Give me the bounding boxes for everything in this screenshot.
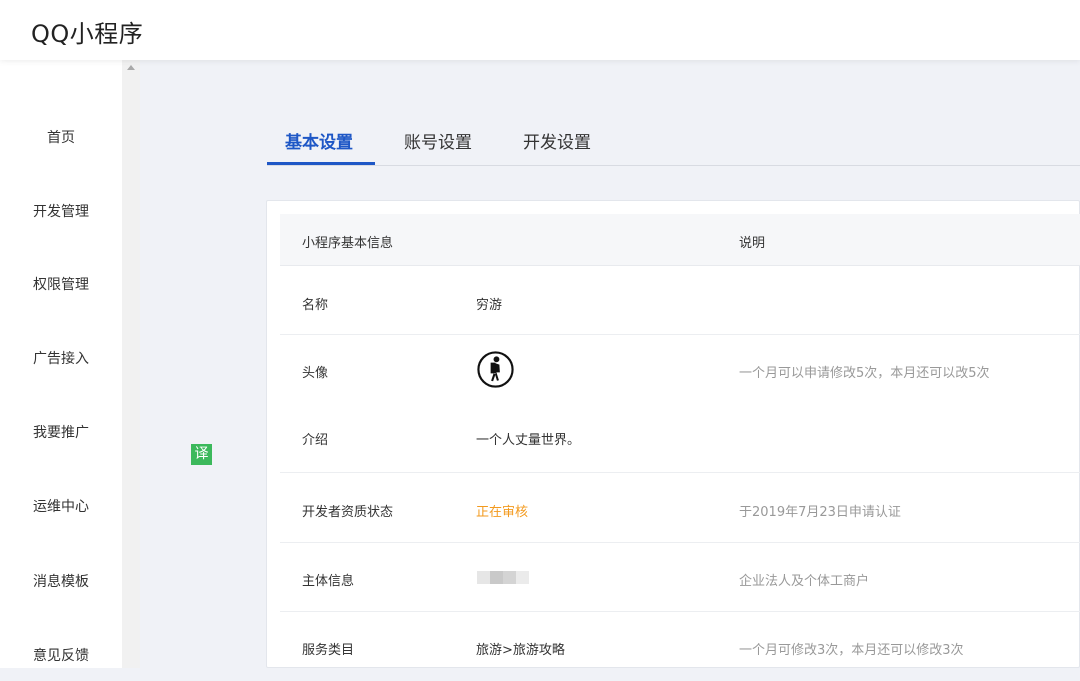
- sidebar-item-feedback[interactable]: 意见反馈: [0, 636, 122, 676]
- row-label: 名称: [302, 298, 329, 313]
- row-label: 主体信息: [302, 574, 355, 589]
- sidebar-item-permissions[interactable]: 权限管理: [0, 265, 122, 305]
- row-note: 于2019年7月23日申请认证: [739, 505, 901, 520]
- header-description: 说明: [739, 236, 766, 251]
- tab-account-settings[interactable]: 账号设置: [404, 128, 472, 153]
- sidebar-scrollbar[interactable]: [122, 60, 140, 668]
- row-label: 介绍: [302, 433, 329, 448]
- tab-dev-settings[interactable]: 开发设置: [523, 128, 591, 153]
- row-label: 服务类目: [302, 643, 355, 658]
- table-row-qualification: 开发者资质状态 正在审核 于2019年7月23日申请认证: [280, 474, 1080, 543]
- sidebar-item-message-templates[interactable]: 消息模板: [0, 562, 122, 602]
- blurred-entity-name: [477, 571, 529, 584]
- table-header: 小程序基本信息 说明: [280, 214, 1080, 266]
- row-note: 企业法人及个体工商户: [739, 574, 870, 589]
- sidebar-item-home[interactable]: 首页: [0, 118, 122, 158]
- scroll-up-arrow-icon[interactable]: [127, 65, 135, 70]
- backpacker-avatar-icon: [477, 351, 514, 388]
- translate-button[interactable]: 译: [191, 444, 212, 465]
- sidebar-item-promotion[interactable]: 我要推广: [0, 413, 122, 453]
- table-row-category: 服务类目 旅游>旅游攻略 一个月可修改3次，本月还可以修改3次: [280, 612, 1080, 681]
- top-bar: QQ小程序: [0, 0, 1080, 60]
- basic-info-card: 小程序基本信息 说明 名称 穷游 头像 一个月可以申请修改5次，本月还可以改5次…: [266, 200, 1080, 668]
- row-note: 一个月可以申请修改5次，本月还可以改5次: [739, 366, 990, 381]
- qualification-status: 正在审核: [476, 505, 529, 520]
- row-label: 头像: [302, 366, 329, 381]
- sidebar-item-ads[interactable]: 广告接入: [0, 339, 122, 379]
- tab-basic-settings[interactable]: 基本设置: [285, 128, 353, 153]
- table-row-entity: 主体信息 企业法人及个体工商户: [280, 543, 1080, 612]
- settings-tabs: 基本设置 账号设置 开发设置: [267, 112, 1080, 166]
- row-value: 穷游: [476, 298, 503, 313]
- sidebar: 首页 开发管理 权限管理 广告接入 我要推广 运维中心 消息模板 意见反馈: [0, 60, 122, 668]
- row-note: 一个月可修改3次，本月还可以修改3次: [739, 643, 964, 658]
- sidebar-item-ops-center[interactable]: 运维中心: [0, 487, 122, 527]
- header-basic-info: 小程序基本信息: [302, 236, 394, 251]
- row-value: 旅游>旅游攻略: [476, 643, 565, 658]
- table-row-name: 名称 穷游: [280, 266, 1080, 335]
- active-tab-indicator: [267, 162, 375, 165]
- row-value: 一个人丈量世界。: [476, 433, 581, 448]
- table-row-avatar: 头像 一个月可以申请修改5次，本月还可以改5次: [280, 335, 1080, 404]
- sidebar-item-dev-management[interactable]: 开发管理: [0, 192, 122, 232]
- table-row-intro: 介绍 一个人丈量世界。: [280, 404, 1080, 473]
- app-title: QQ小程序: [31, 20, 144, 48]
- row-label: 开发者资质状态: [302, 505, 394, 520]
